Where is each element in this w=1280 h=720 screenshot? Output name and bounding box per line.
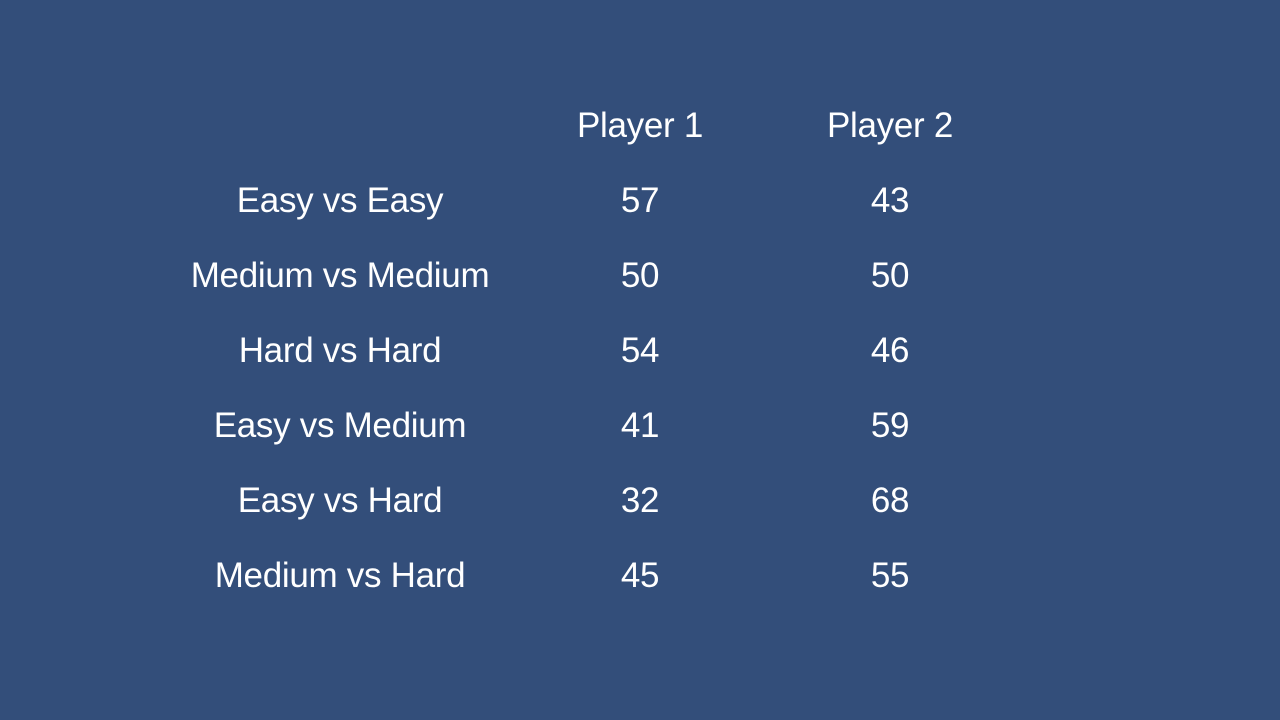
win-rate-table: Player 1 Player 2 Easy vs Easy 57 43 Med…	[0, 0, 1280, 720]
results-screen: Player 1 Player 2 Easy vs Easy 57 43 Med…	[0, 0, 1280, 720]
player-2-score-hard-vs-hard: 46	[870, 331, 910, 370]
player-2-score-medium-vs-hard: 55	[870, 556, 910, 595]
player-2-score-easy-vs-easy: 43	[870, 181, 910, 220]
column-header-player-2: Player 2	[827, 106, 953, 145]
player-2-score-easy-vs-hard: 68	[870, 481, 910, 520]
player-2-score-easy-vs-medium: 59	[870, 406, 910, 445]
player-2-score-medium-vs-medium: 50	[870, 256, 910, 295]
